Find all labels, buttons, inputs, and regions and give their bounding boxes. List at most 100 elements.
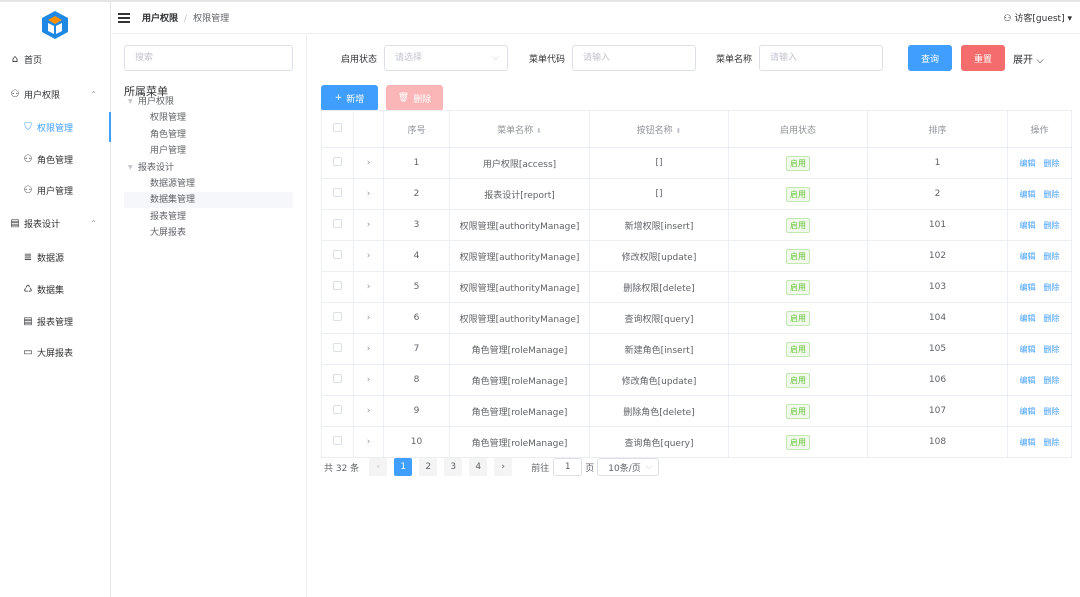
edit-link[interactable]: 编辑 [1020,159,1036,168]
cell-button-name: 删除权限[delete] [590,272,729,303]
tree-node[interactable]: 用户管理 [124,143,293,159]
expand-row-icon[interactable]: › [354,210,384,241]
delete-link[interactable]: 删除 [1044,438,1060,447]
sidebar-item-label: 报表设计 [24,217,60,230]
sidebar-item-6[interactable]: ≣数据源 [0,242,111,272]
name-input[interactable]: 请输入 [759,45,883,71]
chevron-up-icon[interactable]: ⌃ [90,90,97,99]
row-checkbox[interactable] [322,427,354,458]
sidebar-item-label: 大屏报表 [37,346,73,359]
row-checkbox[interactable] [322,396,354,427]
user-menu[interactable]: ⚇ 访客[guest] ▾ [1003,11,1072,24]
expand-row-icon[interactable]: › [354,427,384,458]
sort-icon[interactable]: ⬍ [676,127,682,135]
sidebar-item-3[interactable]: ⚇角色管理 [0,144,111,174]
prev-page-button[interactable]: ‹ [369,458,387,476]
cell-button-name: 修改权限[update] [590,241,729,272]
row-checkbox[interactable] [322,179,354,210]
delete-link[interactable]: 删除 [1044,283,1060,292]
tree-node[interactable]: 大屏报表 [124,225,293,241]
edit-link[interactable]: 编辑 [1020,252,1036,261]
sidebar-item-label: 首页 [24,53,42,66]
cell-menu-name: 角色管理[roleManage] [450,334,590,365]
header-button-name[interactable]: 按钮名称 ⬍ [590,111,729,148]
expand-row-icon[interactable]: › [354,148,384,179]
table-row: › 8 角色管理[roleManage] 修改角色[update] 启用 106… [322,365,1072,396]
delete-link[interactable]: 删除 [1044,314,1060,323]
code-input[interactable]: 请输入 [572,45,696,71]
goto-page-input[interactable]: 1 [553,458,582,476]
reset-button[interactable]: 重置 [961,45,1005,71]
breadcrumb-item[interactable]: 用户权限 [142,14,178,24]
menu-toggle-icon[interactable] [118,11,130,25]
sidebar-item-7[interactable]: ♺数据集 [0,274,111,304]
row-checkbox[interactable] [322,365,354,396]
query-button[interactable]: 查询 [908,45,952,71]
tree-node[interactable]: 权限管理 [124,110,293,126]
edit-link[interactable]: 编辑 [1020,221,1036,230]
status-select[interactable]: 请选择⌵ [384,45,508,71]
sidebar-item-8[interactable]: ▤报表管理 [0,306,111,336]
tree-node[interactable]: 数据源管理 [124,176,293,192]
chevron-up-icon[interactable]: ⌃ [90,219,97,228]
delete-link[interactable]: 删除 [1044,376,1060,385]
row-checkbox[interactable] [322,303,354,334]
sidebar-item-9[interactable]: ▭大屏报表 [0,337,111,367]
edit-link[interactable]: 编辑 [1020,345,1036,354]
row-checkbox[interactable] [322,272,354,303]
page-button[interactable]: 4 [469,458,487,476]
cell-actions: 编辑删除 [1008,396,1072,427]
expand-row-icon[interactable]: › [354,365,384,396]
expand-row-icon[interactable]: › [354,241,384,272]
row-checkbox[interactable] [322,210,354,241]
delete-link[interactable]: 删除 [1044,407,1060,416]
page-button[interactable]: 2 [419,458,437,476]
edit-link[interactable]: 编辑 [1020,376,1036,385]
cell-status: 启用 [729,427,868,458]
user-name: 访客[guest] [1014,14,1064,24]
sidebar-item-1[interactable]: ⚇用户权限⌃ [0,79,111,109]
edit-link[interactable]: 编辑 [1020,190,1036,199]
tree-node[interactable]: 角色管理 [124,127,293,143]
tree-node-label: 用户权限 [138,97,174,107]
expand-row-icon[interactable]: › [354,303,384,334]
expand-row-icon[interactable]: › [354,334,384,365]
sidebar-item-4[interactable]: ⚇用户管理 [0,175,111,205]
tree-search-input[interactable]: 搜索 [124,45,293,71]
delete-link[interactable]: 删除 [1044,345,1060,354]
edit-link[interactable]: 编辑 [1020,407,1036,416]
sort-icon[interactable]: ⬍ [536,127,542,135]
page-size-select[interactable]: 10条/页⌵ [597,458,659,476]
next-page-button[interactable]: › [494,458,512,476]
edit-link[interactable]: 编辑 [1020,283,1036,292]
page-button[interactable]: 1 [394,458,412,476]
tree-node[interactable]: 数据集管理 [124,192,293,208]
sidebar-item-2[interactable]: ⛉权限管理 [0,112,111,142]
tree-node[interactable]: 报表管理 [124,209,293,225]
add-button[interactable]: +新增 [321,85,378,111]
expand-row-icon[interactable]: › [354,272,384,303]
header-menu-name[interactable]: 菜单名称 ⬍ [450,111,590,148]
page-button[interactable]: 3 [444,458,462,476]
delete-link[interactable]: 删除 [1044,190,1060,199]
sidebar-item-5[interactable]: ▤报表设计⌃ [0,208,111,238]
edit-link[interactable]: 编辑 [1020,314,1036,323]
row-checkbox[interactable] [322,334,354,365]
delete-link[interactable]: 删除 [1044,159,1060,168]
caret-down-icon[interactable]: ▼ [128,160,133,176]
expand-row-icon[interactable]: › [354,179,384,210]
row-checkbox[interactable] [322,148,354,179]
edit-link[interactable]: 编辑 [1020,438,1036,447]
expand-row-icon[interactable]: › [354,396,384,427]
delete-link[interactable]: 删除 [1044,252,1060,261]
delete-button[interactable]: 🗑删除 [386,85,443,111]
caret-down-icon[interactable]: ▼ [128,94,133,110]
select-all-checkbox[interactable] [322,111,354,148]
delete-link[interactable]: 删除 [1044,221,1060,230]
tree-node[interactable]: ▼ 用户权限 [124,94,293,110]
row-checkbox[interactable] [322,241,354,272]
tree-node[interactable]: ▼报表设计 [124,160,293,176]
cell-index: 6 [384,303,450,334]
expand-toggle[interactable]: 展开 ⌵ [1013,51,1044,66]
sidebar-item-0[interactable]: ⌂首页 [0,44,111,74]
